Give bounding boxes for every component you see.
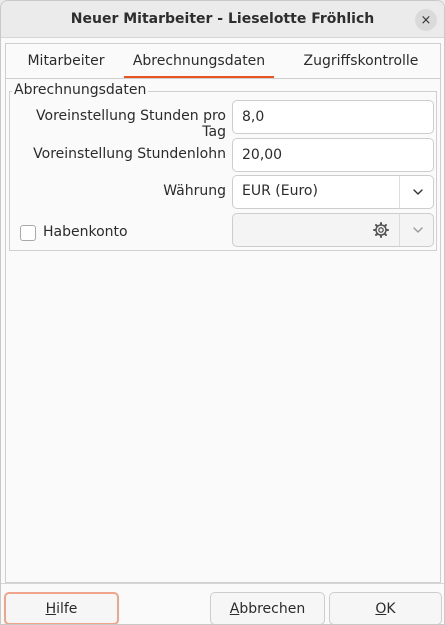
cancel-button[interactable]: Abbrechen bbox=[210, 592, 325, 624]
tab-content-panel: Abrechnungsdaten Voreinstellung Stunden … bbox=[5, 78, 441, 583]
window-title: Neuer Mitarbeiter - Lieselotte Fröhlich bbox=[70, 11, 375, 27]
hours-per-day-input[interactable] bbox=[232, 100, 434, 134]
billing-frame: Abrechnungsdaten Voreinstellung Stunden … bbox=[9, 82, 437, 251]
cancel-label: bbrechen bbox=[239, 600, 306, 617]
footer-separator bbox=[1, 583, 444, 584]
credit-account-checkbox[interactable] bbox=[20, 225, 36, 241]
help-button[interactable]: Hilfe bbox=[4, 592, 119, 624]
hourly-wage-label: Voreinstellung Stundenlohn bbox=[33, 146, 226, 162]
tab-abrechnungsdaten[interactable]: Abrechnungsdaten bbox=[124, 44, 274, 79]
ok-label: K bbox=[386, 600, 396, 617]
currency-value: EUR (Euro) bbox=[242, 183, 318, 199]
ok-button[interactable]: OK bbox=[329, 592, 442, 624]
select-divider bbox=[399, 214, 400, 246]
gear-icon[interactable] bbox=[373, 222, 389, 238]
tab-zugriffskontrolle[interactable]: Zugriffskontrolle bbox=[286, 44, 436, 78]
ok-accel: O bbox=[375, 600, 387, 617]
select-divider bbox=[399, 176, 400, 208]
close-button[interactable]: × bbox=[415, 9, 437, 31]
title-bar: Neuer Mitarbeiter - Lieselotte Fröhlich … bbox=[1, 1, 444, 38]
cancel-accel: A bbox=[229, 600, 240, 617]
help-accel: H bbox=[45, 600, 57, 617]
tab-mitarbeiter[interactable]: Mitarbeiter bbox=[16, 44, 116, 78]
tab-bar: Mitarbeiter Abrechnungsdaten Zugriffskon… bbox=[5, 43, 441, 79]
currency-label: Währung bbox=[163, 183, 226, 199]
credit-account-label: Habenkonto bbox=[43, 224, 128, 240]
frame-title: Abrechnungsdaten bbox=[12, 82, 149, 98]
dialog-window: Neuer Mitarbeiter - Lieselotte Fröhlich … bbox=[0, 0, 445, 625]
chevron-down-icon[interactable] bbox=[411, 223, 425, 237]
credit-account-select[interactable] bbox=[232, 213, 434, 247]
help-label: ilfe bbox=[56, 600, 78, 617]
chevron-down-icon[interactable] bbox=[411, 185, 425, 199]
close-icon: × bbox=[420, 12, 432, 28]
hourly-wage-input[interactable] bbox=[232, 138, 434, 172]
currency-select[interactable]: EUR (Euro) bbox=[232, 175, 434, 209]
hours-per-day-label: Voreinstellung Stunden pro Tag bbox=[36, 108, 226, 140]
